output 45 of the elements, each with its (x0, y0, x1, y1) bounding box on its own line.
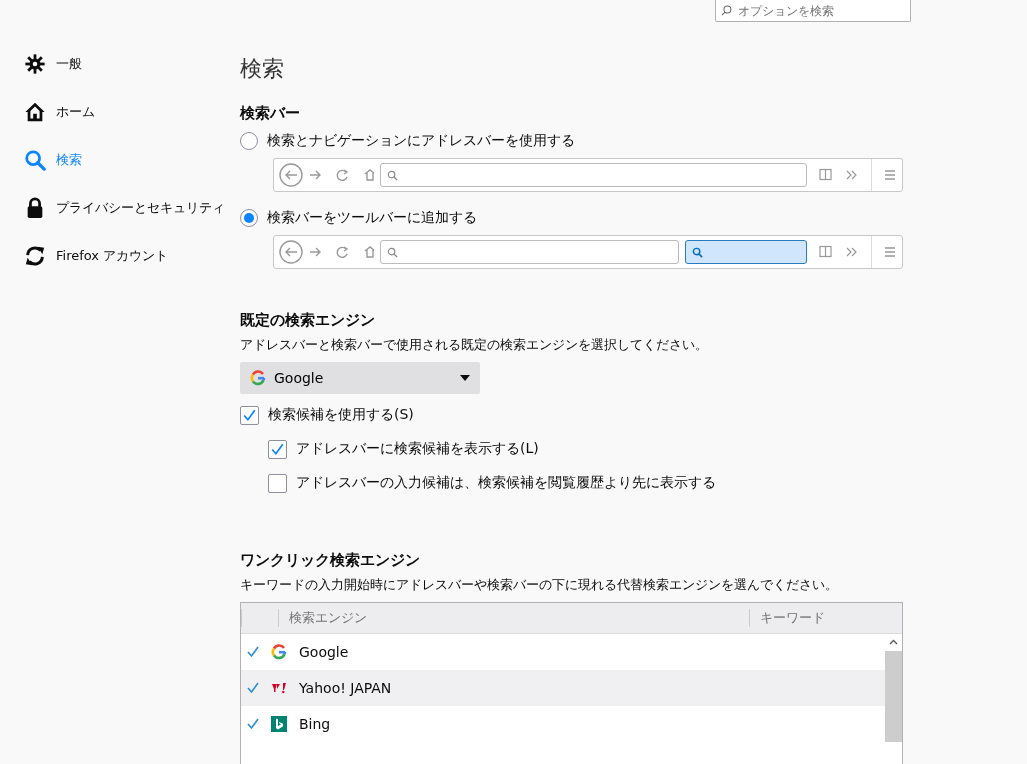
checkbox-label[interactable]: 検索候補を使用する(S) (268, 406, 414, 424)
checkbox-label[interactable]: アドレスバーに検索候補を表示する(L) (296, 440, 539, 458)
radio-button[interactable] (240, 132, 258, 150)
section-heading: ワンクリック検索エンジン (240, 551, 421, 570)
checkbox[interactable] (240, 405, 259, 425)
table-row[interactable]: Google (241, 634, 885, 670)
search-engine-dropdown[interactable]: Google (240, 362, 480, 394)
section-heading: 既定の検索エンジン (240, 311, 376, 330)
google-g-icon (250, 370, 266, 386)
home-icon (24, 101, 46, 123)
checkbox-label[interactable]: アドレスバーの入力候補は、検索候補を閲覧履歴より先に表示する (296, 474, 716, 492)
sidebar-item[interactable]: 一般 (24, 52, 240, 76)
sidebar-item[interactable]: Firefox アカウント (24, 244, 240, 268)
check-icon[interactable] (245, 716, 261, 732)
gear-icon (24, 53, 46, 75)
yahoo-logo-icon (271, 680, 287, 696)
column-header[interactable]: 検索エンジン (278, 609, 749, 627)
radio-button[interactable] (240, 209, 258, 227)
bing-logo-icon (271, 716, 287, 732)
navigation-buttons-icon (278, 238, 374, 266)
check-icon[interactable] (245, 680, 261, 696)
search-icon (24, 149, 46, 171)
section-description: アドレスバーと検索バーで使用される既定の検索エンジンを選択してください。 (240, 336, 709, 354)
sidebar-item[interactable]: ホーム (24, 100, 240, 124)
sidebar-item[interactable]: 検索 (24, 148, 240, 172)
search-icon (721, 5, 732, 16)
menu-icon (884, 169, 896, 181)
section-description: キーワードの入力開始時にアドレスバーや検索バーの下に現れる代替検索エンジンを選んでください。 (240, 576, 839, 594)
search-options-field[interactable]: オプションを検索 (715, 0, 911, 22)
section-heading: 検索バー (240, 104, 301, 123)
checkbox[interactable] (268, 473, 287, 493)
table-row[interactable]: Bing (241, 706, 885, 742)
radio-label[interactable]: 検索バーをツールバーに追加する (267, 209, 477, 227)
menu-icon (884, 246, 896, 258)
sync-icon (24, 245, 46, 267)
page-title: 検索 (240, 55, 285, 83)
check-icon[interactable] (245, 644, 261, 660)
checkbox[interactable] (268, 439, 287, 459)
column-header[interactable]: キーワード (749, 609, 825, 627)
caret-icon (460, 375, 470, 381)
sidebar-item[interactable]: プライバシーとセキュリティ (24, 196, 240, 220)
table-row[interactable]: Yahoo! JAPAN (241, 670, 885, 706)
navigation-buttons-icon (278, 161, 374, 189)
radio-label[interactable]: 検索とナビゲーションにアドレスバーを使用する (267, 132, 575, 150)
google-g-icon (271, 644, 287, 660)
